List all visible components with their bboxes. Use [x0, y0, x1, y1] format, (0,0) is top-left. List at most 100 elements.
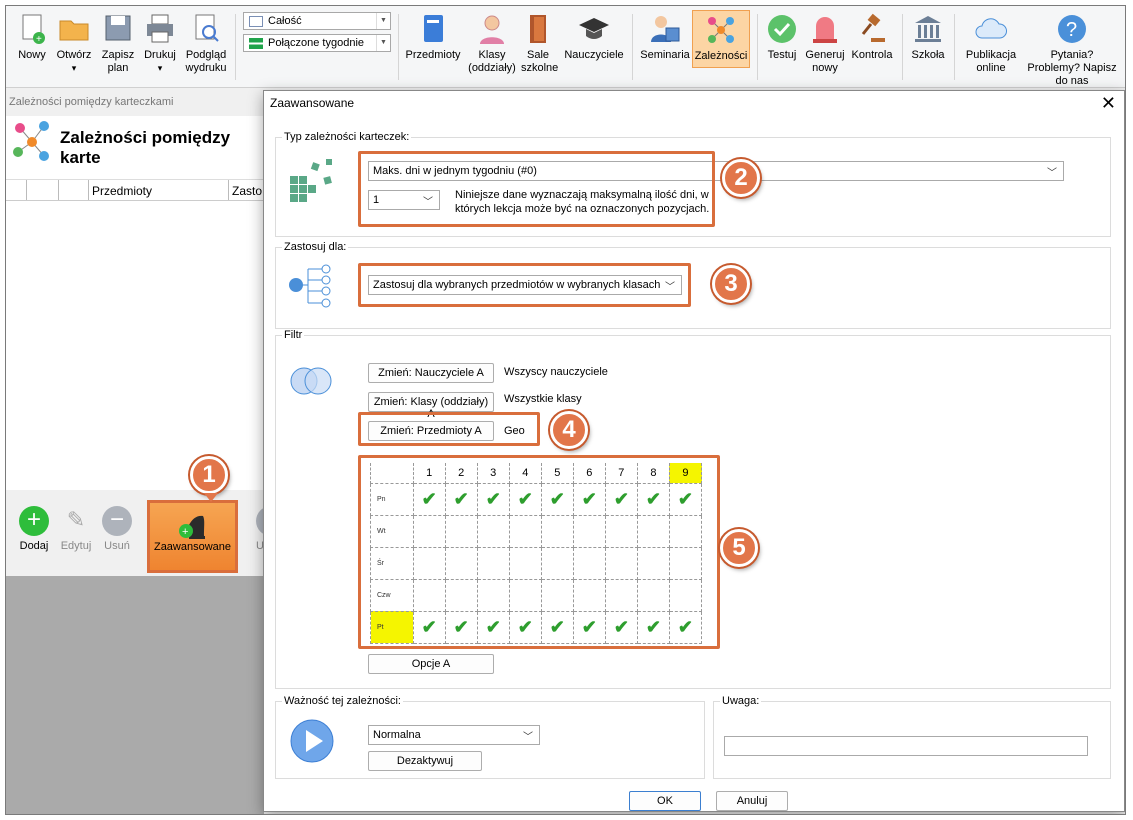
workspace-background — [6, 576, 264, 814]
teacher-board-icon — [648, 12, 682, 46]
play-icon — [290, 719, 334, 766]
teachers-value: Wszyscy nauczyciele — [504, 366, 608, 378]
filter-group-label: Filtr — [282, 329, 305, 341]
callout-box-3 — [358, 263, 691, 307]
column-applied[interactable]: Zasto — [232, 184, 262, 198]
printer-icon — [143, 12, 177, 46]
network-icon — [704, 13, 738, 47]
pencil-icon: ✎ — [66, 507, 86, 532]
separator — [235, 14, 236, 80]
separator — [902, 14, 903, 80]
chevron-down-icon: ﹀ — [523, 732, 533, 743]
note-group-label: Uwaga: — [720, 695, 762, 707]
door-icon — [521, 12, 555, 46]
school-button[interactable]: Szkoła — [908, 12, 948, 62]
question-icon: ? — [1055, 12, 1089, 46]
note-input[interactable] — [724, 736, 1088, 756]
classes-button[interactable]: Klasy (oddziały) — [466, 12, 518, 75]
advanced-dialog: Zaawansowane ✕ Typ zależności karteczek:… — [263, 90, 1125, 812]
print-preview-icon — [189, 12, 223, 46]
save-icon — [101, 12, 135, 46]
alarm-light-icon — [808, 12, 842, 46]
divider — [228, 180, 229, 200]
open-button[interactable]: Otwórz ▾ — [54, 12, 94, 75]
column-subjects[interactable]: Przedmioty — [92, 184, 152, 198]
chess-knight-icon: + — [175, 511, 211, 541]
ok-button[interactable]: OK — [629, 791, 701, 811]
school-building-icon — [911, 12, 945, 46]
importance-group-label: Ważność tej zależności: — [282, 695, 403, 707]
print-button[interactable]: Drukuj ▾ — [140, 12, 180, 75]
chevron-down-icon: ▼ — [376, 13, 390, 29]
teachers-button[interactable]: Nauczyciele — [561, 12, 627, 62]
print-preview-button[interactable]: Podgląd wydruku — [182, 12, 230, 75]
separator — [398, 14, 399, 80]
divider — [88, 180, 89, 200]
dependencies-window: Zależności pomiędzy karteczkami Zależnoś… — [6, 88, 264, 576]
options-button[interactable]: Opcje A — [368, 654, 494, 674]
callout-badge-1: 1 — [190, 456, 228, 494]
rooms-button[interactable]: Sale szkolne — [520, 12, 558, 75]
dialog-title: Zaawansowane — [270, 96, 355, 110]
separator — [632, 14, 633, 80]
subjects-button[interactable]: Przedmioty — [402, 12, 464, 62]
callout-badge-2: 2 — [722, 159, 760, 197]
separator — [757, 14, 758, 80]
separator — [954, 14, 955, 80]
svg-text:+: + — [36, 34, 42, 45]
remove-button[interactable]: − Usuń — [98, 506, 136, 552]
callout-pointer — [204, 493, 218, 502]
close-icon[interactable]: ✕ — [1101, 93, 1116, 114]
change-teachers-button[interactable]: Zmień: Nauczyciele A — [368, 363, 494, 383]
folder-icon — [57, 12, 91, 46]
callout-box-4 — [358, 412, 540, 446]
divider — [58, 180, 59, 200]
edit-button[interactable]: ✎ Edytuj — [56, 506, 96, 552]
importance-select[interactable]: Normalna ﹀ — [368, 725, 540, 745]
gavel-icon — [855, 12, 889, 46]
chevron-down-icon: ▼ — [376, 35, 390, 51]
minus-icon: − — [102, 506, 132, 536]
publish-online-button[interactable]: Publikacja online — [960, 12, 1022, 75]
change-classes-button[interactable]: Zmień: Klasy (oddziały) A — [368, 392, 494, 420]
ribbon-toolbar: + Nowy Otwórz ▾ Zapisz plan Drukuj ▾ Podgl… — [6, 6, 1125, 88]
venn-icon — [286, 363, 338, 402]
generate-new-button[interactable]: Generuj nowy — [804, 12, 846, 75]
classes-value: Wszystkie klasy — [504, 393, 582, 405]
list-header: Przedmioty Zasto — [6, 179, 264, 201]
test-button[interactable]: Testuj — [762, 12, 802, 62]
dependencies-tab[interactable]: Zależności — [692, 10, 750, 68]
deactivate-button[interactable]: Dezaktywuj — [368, 751, 482, 771]
divider — [26, 180, 27, 200]
add-button[interactable]: + Dodaj — [14, 506, 54, 552]
app-window: + Nowy Otwórz ▾ Zapisz plan Drukuj ▾ Podgl… — [5, 5, 1126, 815]
new-button[interactable]: + Nowy — [12, 12, 52, 62]
callout-badge-3: 3 — [712, 265, 750, 303]
cloud-icon — [974, 12, 1008, 46]
cancel-button[interactable]: Anuluj — [716, 791, 788, 811]
calendar-icon — [249, 16, 263, 27]
control-button[interactable]: Kontrola — [848, 12, 896, 62]
plus-icon: + — [19, 506, 49, 536]
network-icon — [10, 118, 54, 169]
new-document-icon: + — [15, 12, 49, 46]
weeks-icon — [249, 38, 263, 49]
check-badge-icon — [765, 12, 799, 46]
callout-box-5 — [358, 455, 720, 649]
callout-badge-4: 4 — [550, 411, 588, 449]
seminars-button[interactable]: Seminaria — [637, 12, 693, 62]
student-icon — [475, 12, 509, 46]
type-group-label: Typ zależności karteczek: — [282, 131, 412, 143]
book-icon — [416, 12, 450, 46]
window-heading: Zależności pomiędzy karte — [60, 128, 231, 167]
scope-combo[interactable]: Całość ▼ — [243, 12, 391, 30]
support-button[interactable]: ? Pytania? Problemy? Napisz do nas — [1024, 12, 1120, 88]
week-combo[interactable]: Połączone tygodnie ▼ — [243, 34, 391, 52]
svg-text:+: + — [182, 526, 188, 538]
save-plan-button[interactable]: Zapisz plan — [98, 12, 138, 75]
blocks-icon — [286, 155, 334, 208]
hierarchy-icon — [286, 261, 336, 314]
advanced-button[interactable]: + Zaawansowane — [147, 500, 238, 573]
chevron-down-icon: ﹀ — [1047, 168, 1057, 179]
apply-group-label: Zastosuj dla: — [282, 241, 349, 253]
